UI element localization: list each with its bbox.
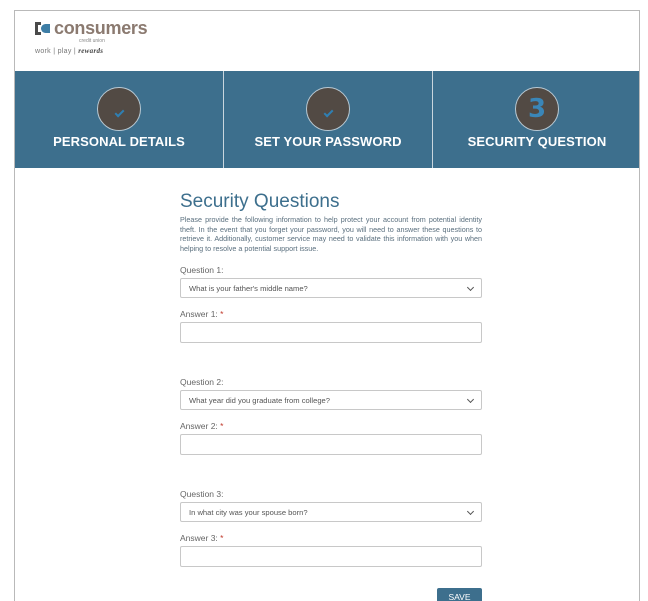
security-questions-form: Security Questions Please provide the fo… [180,191,482,601]
logo-mark-icon [35,21,51,36]
required-marker: * [220,309,224,319]
brand-name: consumers [54,18,148,38]
question-2-selected: What year did you graduate from college? [189,395,330,405]
answer-1-input[interactable] [180,322,482,343]
page-frame: consumers credit union work | play | rew… [14,10,640,601]
brand-tagline: work | play | rewards [35,47,104,55]
step-label: SET YOUR PASSWORD [254,134,402,149]
brand-tagline-em: rewards [78,47,104,55]
required-marker: * [220,421,224,431]
step-number: 3 [527,94,547,124]
question-3-label: Question 3: [180,489,224,499]
question-1-label: Question 1: [180,265,224,275]
answer-1-label: Answer 1: * [180,309,224,319]
question-2-select[interactable]: What year did you graduate from college? [180,390,482,410]
required-marker: * [220,533,224,543]
step-security-question: 3 SECURITY QUESTION [433,71,639,168]
check-icon [323,107,333,117]
save-button[interactable]: SAVE [437,588,482,601]
step-set-password: SET YOUR PASSWORD [224,71,433,168]
question-3-select[interactable]: In what city was your spouse born? [180,502,482,522]
question-1-select[interactable]: What is your father's middle name? [180,278,482,298]
chevron-down-icon [466,283,475,292]
form-intro: Please provide the following information… [180,215,482,253]
brand-logo[interactable]: consumers credit union work | play | rew… [35,18,148,55]
step-3-circle: 3 [515,87,559,131]
brand-sub: credit union [79,38,105,44]
question-2-label: Question 2: [180,377,224,387]
step-2-circle [306,87,350,131]
answer-3-input[interactable] [180,546,482,567]
chevron-down-icon [466,395,475,404]
page-title: Security Questions [180,191,340,212]
question-3-selected: In what city was your spouse born? [189,507,308,517]
chevron-down-icon [466,507,475,516]
step-1-circle [97,87,141,131]
step-personal-details: PERSONAL DETAILS [15,71,224,168]
question-1-selected: What is your father's middle name? [189,283,308,293]
step-label: PERSONAL DETAILS [53,134,185,149]
answer-2-label: Answer 2: * [180,421,224,431]
step-label: SECURITY QUESTION [467,134,607,149]
answer-2-input[interactable] [180,434,482,455]
progress-steps: PERSONAL DETAILS SET YOUR PASSWORD 3 SEC… [15,71,639,168]
answer-3-label: Answer 3: * [180,533,224,543]
check-icon [114,107,124,117]
